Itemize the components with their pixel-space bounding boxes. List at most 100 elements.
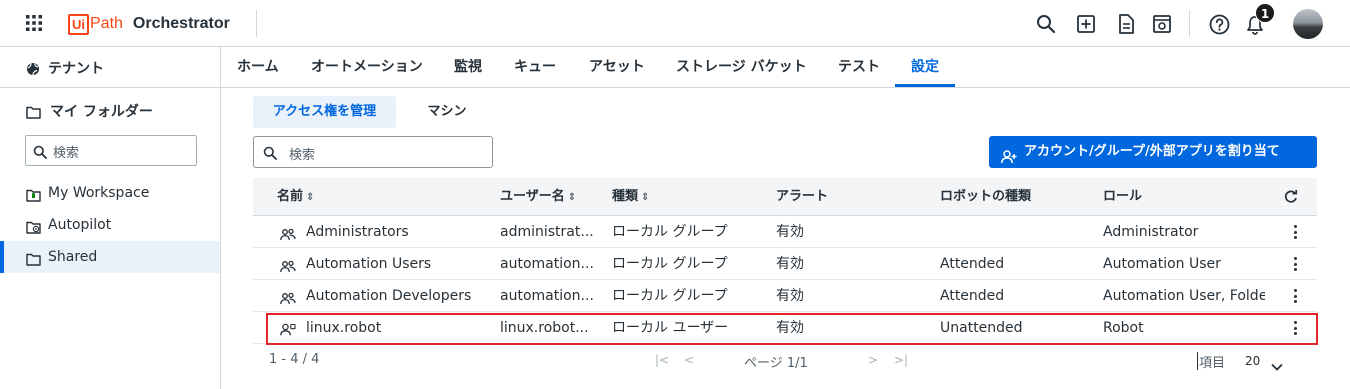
header-type[interactable]: 種類 ⇕: [612, 178, 649, 216]
uipath-logo[interactable]: Ui Path Orchestrator: [68, 12, 230, 36]
first-page-icon[interactable]: |<: [655, 353, 669, 367]
cell-roles: Robot: [1103, 320, 1144, 336]
folder-search-input[interactable]: 検索: [25, 135, 197, 166]
my-folder-label: マイ フォルダー: [50, 104, 153, 120]
cell-username: administrat...: [500, 224, 594, 240]
cell-alerts: 有効: [776, 224, 804, 240]
table-header: 名前 ⇕ ユーザー名 ⇕ 種類 ⇕ アラート ロボットの種類 ロール: [253, 178, 1317, 216]
table-row[interactable]: linux.robot linux.robot... ローカル ユーザー 有効 …: [253, 312, 1317, 344]
table-row[interactable]: Automation Developers automation... ローカル…: [253, 280, 1317, 312]
items-per-page-label: 項目: [1199, 356, 1226, 371]
divider: [1189, 10, 1190, 37]
add-icon[interactable]: [1075, 13, 1097, 35]
text-cursor: [1197, 352, 1198, 370]
studio-web-icon[interactable]: [1151, 13, 1173, 35]
my-folder-item[interactable]: マイ フォルダー: [0, 89, 220, 133]
search-placeholder: 検索: [289, 148, 316, 163]
tab-settings[interactable]: 設定: [895, 47, 955, 87]
folder-search-placeholder: 検索: [53, 146, 80, 161]
search-icon[interactable]: [1035, 13, 1057, 35]
subtab-manage-access[interactable]: アクセス権を管理: [253, 96, 396, 128]
group-icon: [280, 226, 296, 245]
cell-username: automation...: [500, 256, 594, 272]
header-name[interactable]: 名前 ⇕: [277, 178, 314, 216]
help-icon[interactable]: [1208, 13, 1230, 35]
user-avatar[interactable]: [1293, 9, 1323, 39]
folder-label: Shared: [48, 249, 98, 265]
apps-grid-icon[interactable]: [24, 13, 44, 33]
tab-testing[interactable]: テスト: [838, 47, 880, 87]
folder-item-shared[interactable]: Shared: [0, 241, 220, 273]
folder-item-my-workspace[interactable]: My Workspace: [0, 177, 220, 209]
more-actions-icon[interactable]: [1287, 288, 1303, 304]
autopilot-folder-icon: [26, 219, 41, 238]
tab-bar: ホーム オートメーション 監視 キュー アセット ストレージ バケット テスト …: [221, 47, 1350, 88]
cell-roles: Automation User, Folder: [1103, 288, 1265, 304]
top-bar: Ui Path Orchestrator 1: [0, 0, 1350, 47]
header-robot-type: ロボットの種類: [940, 189, 1032, 204]
cell-name[interactable]: Automation Users: [306, 248, 491, 280]
search-input[interactable]: 検索: [253, 136, 493, 168]
table-row[interactable]: Administrators administrat... ローカル グループ …: [253, 216, 1317, 248]
group-icon: [280, 258, 296, 277]
cell-name[interactable]: Administrators: [306, 216, 491, 248]
prev-page-icon[interactable]: <: [684, 353, 694, 367]
user-robot-icon: [280, 321, 296, 340]
folder-label: My Workspace: [48, 185, 150, 201]
tenant-item[interactable]: テナント: [0, 47, 220, 88]
cell-robot-type: Attended: [940, 256, 1005, 272]
sidebar: テナント マイ フォルダー 検索 My Workspace Autopilot …: [0, 47, 221, 389]
header-name-label: 名前: [277, 189, 304, 204]
notification-badge: 1: [1255, 3, 1275, 23]
logo-ui: Ui: [68, 13, 89, 35]
next-page-icon[interactable]: >: [868, 353, 878, 367]
add-user-icon: [1001, 145, 1017, 177]
tab-storage-buckets[interactable]: ストレージ バケット: [676, 47, 807, 87]
cell-name[interactable]: linux.robot: [306, 312, 491, 344]
tab-home[interactable]: ホーム: [237, 47, 279, 87]
sort-icon: ⇕: [567, 192, 577, 203]
last-page-icon[interactable]: >|: [894, 353, 908, 367]
header-alerts: アラート: [776, 189, 829, 204]
logo-path: Path: [90, 15, 123, 32]
tab-monitoring[interactable]: 監視: [454, 47, 482, 87]
refresh-icon[interactable]: [1283, 189, 1299, 205]
assign-button-label: アカウント/グループ/外部アプリを割り当て: [1024, 144, 1280, 159]
subtab-machines[interactable]: マシン: [417, 96, 477, 128]
assign-button[interactable]: アカウント/グループ/外部アプリを割り当て: [989, 136, 1317, 168]
cell-username: automation...: [500, 288, 594, 304]
cell-alerts: 有効: [776, 288, 804, 304]
page-size-value: 20: [1245, 354, 1261, 368]
cell-type: ローカル ユーザー: [612, 320, 729, 336]
header-username[interactable]: ユーザー名 ⇕: [500, 178, 576, 216]
table-row[interactable]: Automation Users automation... ローカル グループ…: [253, 248, 1317, 280]
cell-alerts: 有効: [776, 256, 804, 272]
folder-label: Autopilot: [48, 217, 112, 233]
header-roles: ロール: [1103, 189, 1143, 204]
folder-item-autopilot[interactable]: Autopilot: [0, 209, 220, 241]
workspace-folder-icon: [26, 187, 41, 206]
main-content: ホーム オートメーション 監視 キュー アセット ストレージ バケット テスト …: [221, 47, 1350, 389]
tenant-label: テナント: [48, 61, 104, 77]
search-icon: [263, 145, 277, 164]
sort-icon: ⇕: [641, 192, 650, 203]
header-username-label: ユーザー名: [500, 189, 565, 204]
chevron-down-icon: [1271, 356, 1283, 375]
selected-indicator: [0, 241, 4, 273]
page-size-select[interactable]: 20: [1239, 346, 1291, 376]
cell-robot-type: [940, 216, 1090, 248]
more-actions-icon[interactable]: [1287, 320, 1303, 336]
more-actions-icon[interactable]: [1287, 224, 1303, 240]
more-actions-icon[interactable]: [1287, 256, 1303, 272]
folder-icon: [26, 104, 41, 123]
cell-robot-type: Attended: [940, 288, 1005, 304]
cell-type: ローカル グループ: [612, 288, 728, 304]
product-name: Orchestrator: [132, 15, 230, 32]
tab-queues[interactable]: キュー: [514, 47, 556, 87]
tab-automations[interactable]: オートメーション: [311, 47, 423, 87]
cell-roles: Administrator: [1103, 224, 1199, 240]
document-icon[interactable]: [1115, 13, 1137, 35]
cell-name[interactable]: Automation Developers: [306, 280, 491, 312]
sort-icon: ⇕: [306, 192, 315, 203]
tab-assets[interactable]: アセット: [589, 47, 645, 87]
